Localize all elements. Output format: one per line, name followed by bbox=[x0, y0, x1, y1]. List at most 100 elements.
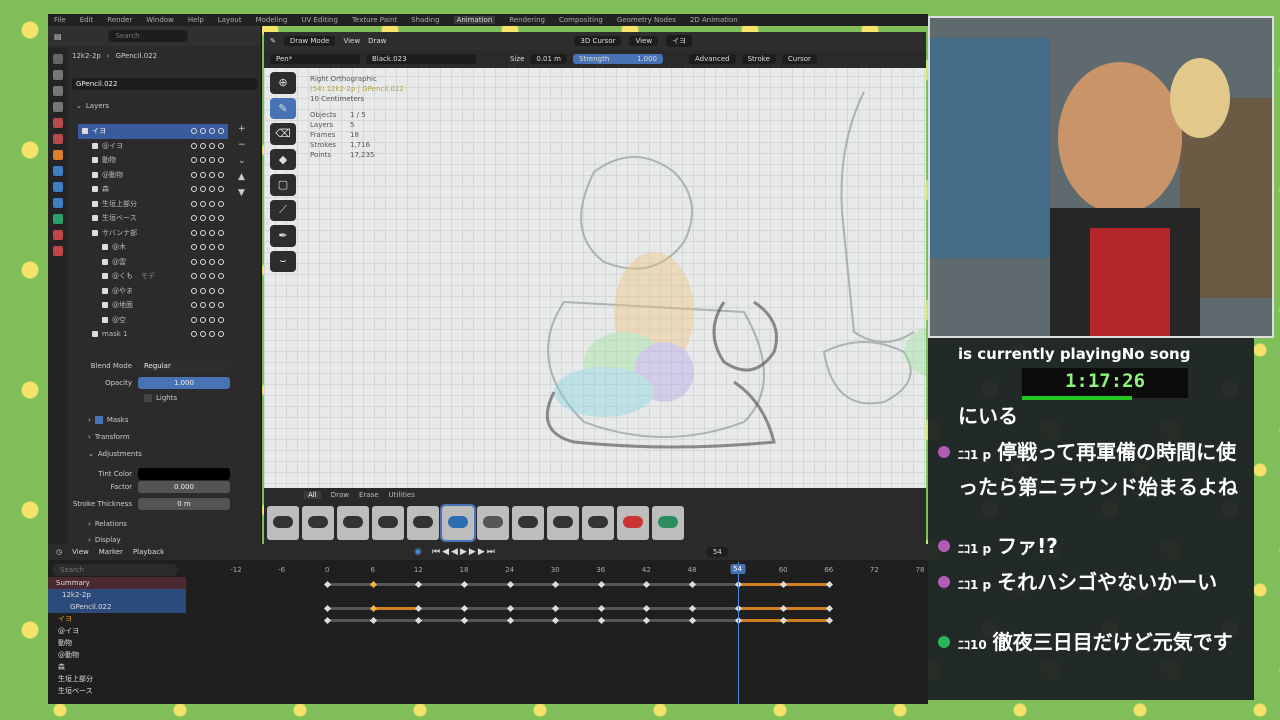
mask-toggle-icon[interactable] bbox=[191, 258, 197, 265]
lock-icon[interactable] bbox=[218, 200, 224, 207]
object-tab-icon[interactable] bbox=[53, 150, 63, 160]
view-layer-tab-icon[interactable] bbox=[53, 102, 63, 112]
visibility-eye-icon[interactable] bbox=[209, 142, 215, 149]
channel-row[interactable]: @動物 bbox=[48, 649, 186, 661]
layer-name[interactable]: @雲 bbox=[112, 257, 126, 267]
playhead[interactable] bbox=[737, 562, 739, 704]
menu-item[interactable]: Help bbox=[188, 16, 204, 24]
mask-toggle-icon[interactable] bbox=[191, 229, 197, 236]
mask-toggle-icon[interactable] bbox=[191, 287, 197, 294]
dope-sheet-search[interactable]: Search bbox=[52, 564, 178, 576]
effects-tab-icon[interactable] bbox=[53, 182, 63, 192]
lock-icon[interactable] bbox=[218, 171, 224, 178]
lock-icon[interactable] bbox=[218, 244, 224, 251]
factor-field[interactable]: 0.000 bbox=[138, 481, 230, 493]
add-layer-icon[interactable]: + bbox=[238, 124, 246, 134]
datablock-field[interactable]: GPencil.022 bbox=[72, 78, 258, 90]
mask-toggle-icon[interactable] bbox=[191, 273, 197, 280]
visibility-eye-icon[interactable] bbox=[209, 258, 215, 265]
visibility-eye-icon[interactable] bbox=[209, 200, 215, 207]
mask-toggle-icon[interactable] bbox=[191, 128, 197, 135]
lock-icon[interactable] bbox=[218, 316, 224, 323]
editor-type-icon[interactable]: ✎ bbox=[270, 37, 276, 45]
menu-item[interactable]: Window bbox=[146, 16, 174, 24]
blend-mode-select[interactable]: Regular bbox=[138, 360, 230, 372]
layer-item[interactable]: 生垣上部分 bbox=[78, 197, 228, 212]
active-layer-select[interactable]: イヨ bbox=[666, 35, 693, 47]
mask-toggle-icon[interactable] bbox=[191, 171, 197, 178]
physics-tab-icon[interactable] bbox=[53, 198, 63, 208]
current-frame-field[interactable]: 54 bbox=[706, 547, 728, 557]
layer-name[interactable]: 生垣上部分 bbox=[102, 199, 137, 209]
modifier-tab-icon[interactable] bbox=[53, 166, 63, 176]
onion-toggle-icon[interactable] bbox=[200, 258, 206, 265]
layer-name[interactable]: 森 bbox=[102, 184, 109, 194]
brush-preset[interactable] bbox=[617, 506, 649, 540]
channel-row[interactable]: 生垣ベース bbox=[48, 685, 186, 697]
layer-name[interactable]: 動物 bbox=[102, 155, 116, 165]
keyframe[interactable] bbox=[825, 604, 833, 613]
layer-name[interactable]: @イヨ bbox=[102, 141, 123, 151]
layer-item[interactable]: @イヨ bbox=[78, 139, 228, 154]
brush-tab[interactable]: Utilities bbox=[389, 491, 415, 499]
onion-toggle-icon[interactable] bbox=[200, 273, 206, 280]
line-tool-icon[interactable]: ⟋ bbox=[270, 199, 296, 221]
move-layer-up-icon[interactable]: ▲ bbox=[238, 172, 246, 182]
visibility-eye-icon[interactable] bbox=[209, 157, 215, 164]
channel-row[interactable]: 12k2-2p bbox=[48, 589, 186, 601]
advanced-menu[interactable]: Advanced bbox=[689, 54, 736, 64]
timeline-view-menu[interactable]: View bbox=[72, 548, 89, 556]
layer-item[interactable]: 動物 bbox=[78, 153, 228, 168]
render-tab-icon[interactable] bbox=[53, 70, 63, 80]
lock-icon[interactable] bbox=[218, 215, 224, 222]
mask-toggle-icon[interactable] bbox=[191, 316, 197, 323]
visibility-eye-icon[interactable] bbox=[209, 244, 215, 251]
stroke-menu[interactable]: Stroke bbox=[741, 54, 776, 64]
mask-toggle-icon[interactable] bbox=[191, 215, 197, 222]
cursor-tool-icon[interactable]: ⊕ bbox=[270, 72, 296, 94]
channel-row[interactable]: GPencil.022 bbox=[48, 601, 186, 613]
layer-name[interactable]: @くも bbox=[112, 271, 133, 281]
mask-toggle-icon[interactable] bbox=[191, 200, 197, 207]
channel-row[interactable]: Summary bbox=[48, 577, 186, 589]
visibility-eye-icon[interactable] bbox=[209, 273, 215, 280]
visibility-eye-icon[interactable] bbox=[209, 171, 215, 178]
channel-row[interactable]: 生垣上部分 bbox=[48, 673, 186, 685]
layer-name[interactable]: @木 bbox=[112, 242, 126, 252]
layer-menu-icon[interactable]: ⌄ bbox=[238, 156, 246, 166]
brush-tab[interactable]: Draw bbox=[331, 491, 349, 499]
draw-tool-icon[interactable]: ✎ bbox=[270, 97, 296, 119]
texture-tab-icon[interactable] bbox=[53, 246, 63, 256]
onion-toggle-icon[interactable] bbox=[200, 229, 206, 236]
tint-color-swatch[interactable] bbox=[138, 468, 230, 480]
brush-preset[interactable] bbox=[267, 506, 299, 540]
erase-tool-icon[interactable]: ⌫ bbox=[270, 123, 296, 145]
properties-search[interactable]: Search bbox=[107, 30, 188, 42]
menu-item[interactable]: Animation bbox=[453, 16, 496, 24]
onion-toggle-icon[interactable] bbox=[200, 287, 206, 294]
layer-name[interactable]: 生垣ベース bbox=[102, 213, 137, 223]
lock-icon[interactable] bbox=[218, 128, 224, 135]
layer-item[interactable]: イヨ bbox=[78, 124, 228, 139]
playhead-frame-label[interactable]: 54 bbox=[730, 564, 746, 574]
layer-item[interactable]: @空 bbox=[78, 313, 228, 328]
channel-row[interactable]: 森 bbox=[48, 661, 186, 673]
transform-section[interactable]: › Transform bbox=[78, 429, 130, 445]
channel-row[interactable]: イヨ bbox=[48, 613, 186, 625]
layer-item[interactable]: 生垣ベース bbox=[78, 211, 228, 226]
onion-toggle-icon[interactable] bbox=[200, 128, 206, 135]
masks-section[interactable]: › Masks bbox=[78, 412, 129, 428]
menu-item[interactable]: Modeling bbox=[256, 16, 288, 24]
visibility-eye-icon[interactable] bbox=[209, 128, 215, 135]
data-tab-icon[interactable] bbox=[53, 214, 63, 224]
adjustments-section[interactable]: ⌄ Adjustments bbox=[78, 446, 142, 462]
lights-checkbox[interactable] bbox=[144, 394, 152, 402]
brush-preset[interactable] bbox=[547, 506, 579, 540]
visibility-eye-icon[interactable] bbox=[209, 302, 215, 309]
visibility-eye-icon[interactable] bbox=[209, 186, 215, 193]
brush-tab[interactable]: Erase bbox=[359, 491, 379, 499]
keyframe-area[interactable]: -12-60612182430364248546066727854 bbox=[188, 562, 928, 704]
layer-item[interactable]: @やま bbox=[78, 284, 228, 299]
masks-checkbox[interactable] bbox=[94, 416, 103, 424]
brush-preset[interactable] bbox=[302, 506, 334, 540]
